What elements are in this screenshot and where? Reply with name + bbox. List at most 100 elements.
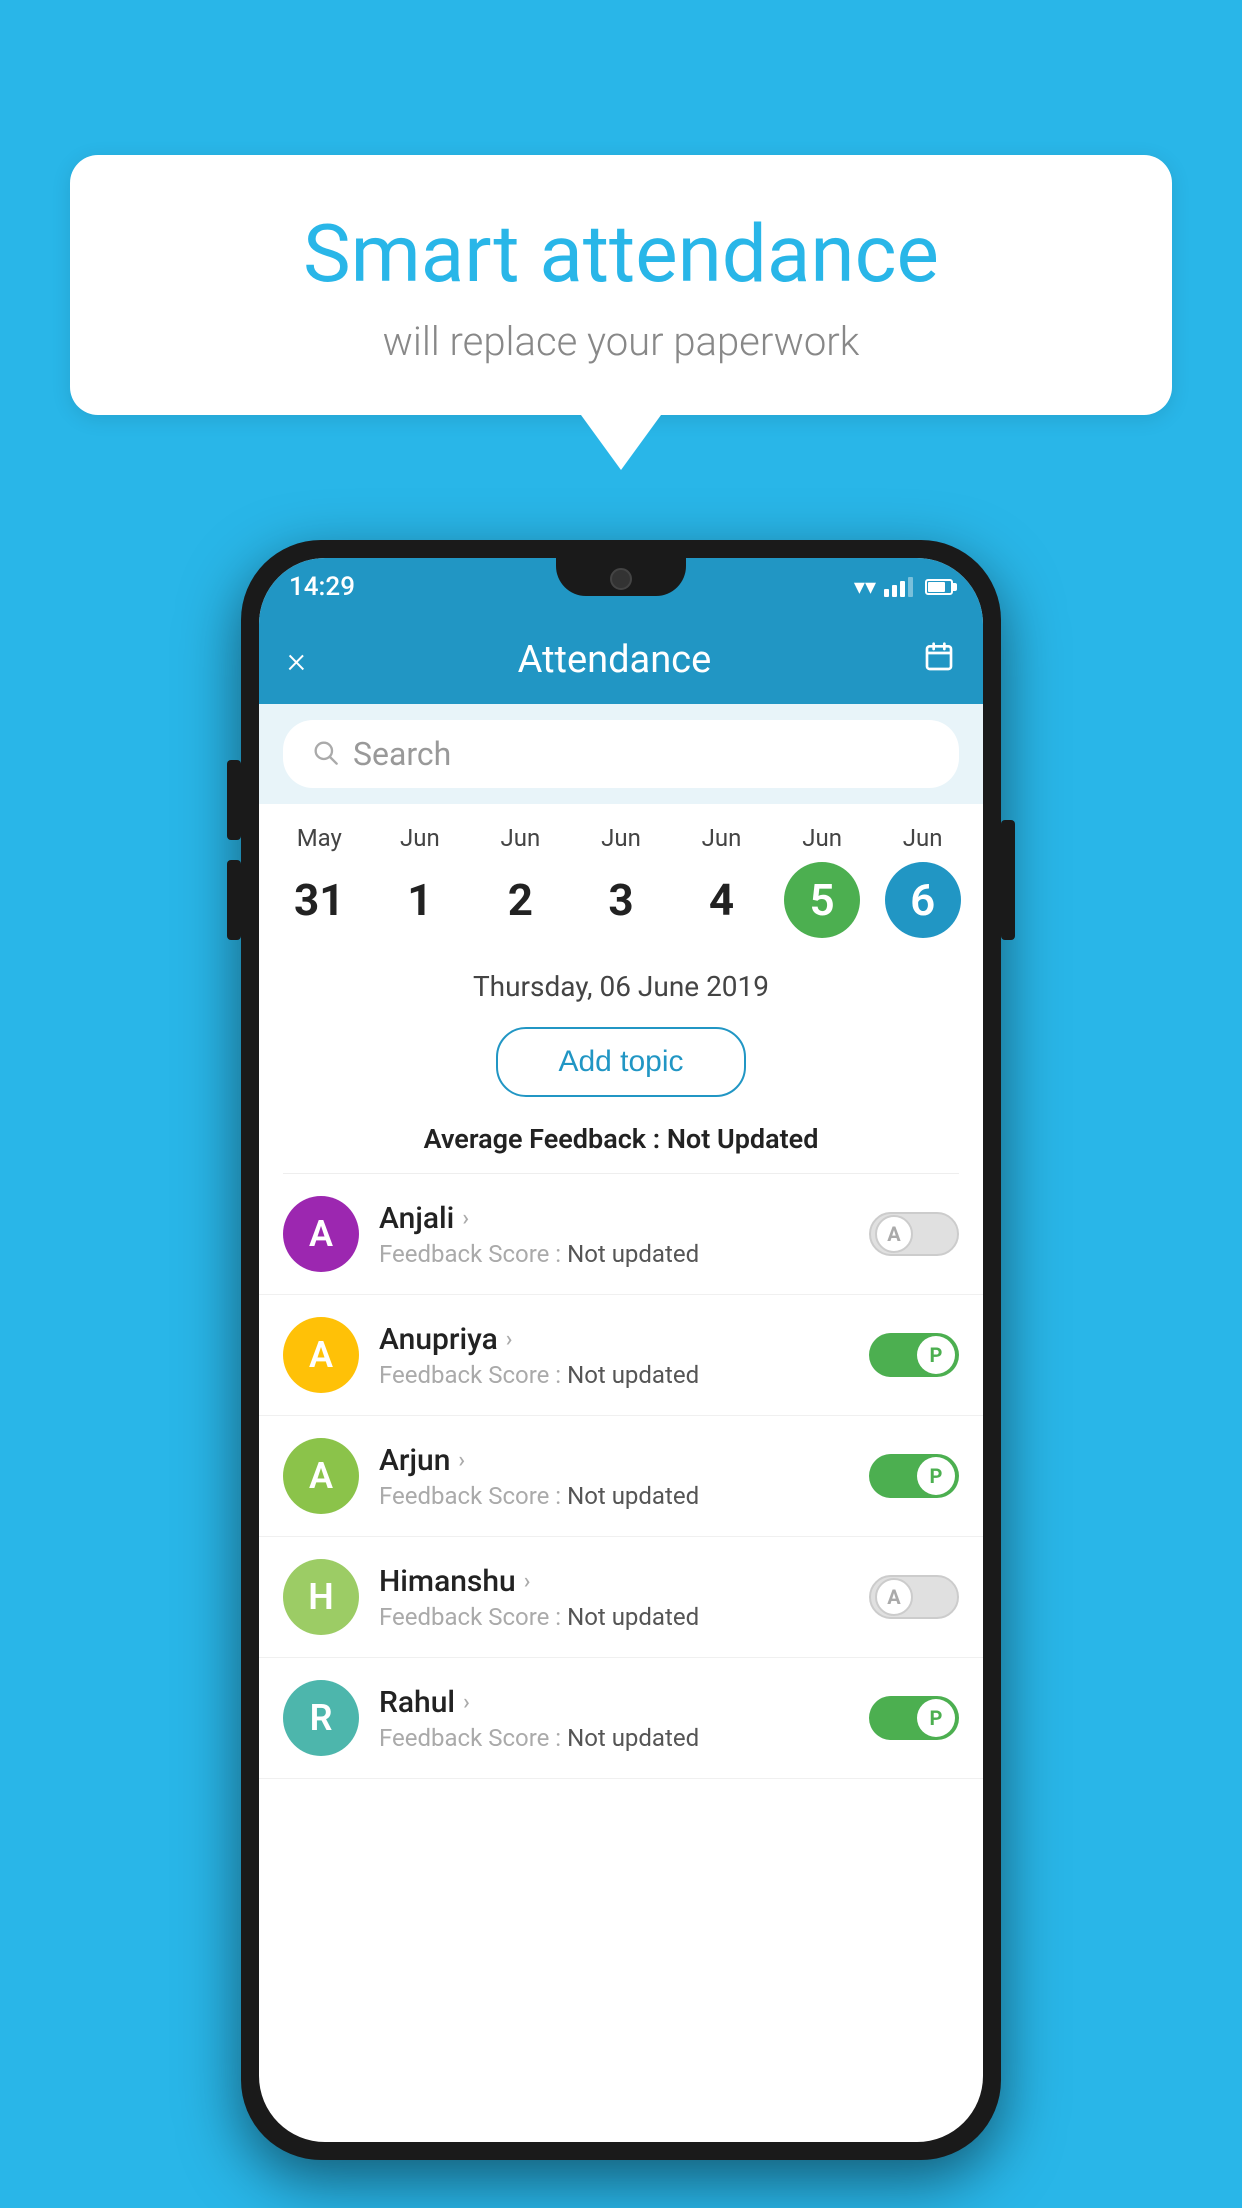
chevron-icon-3: › xyxy=(524,1569,531,1594)
student-name-2[interactable]: Arjun › xyxy=(379,1443,849,1478)
student-list: AAnjali ›Feedback Score : Not updatedAAA… xyxy=(259,1174,983,1779)
add-topic-section: Add topic xyxy=(259,1013,983,1115)
speech-bubble-arrow xyxy=(581,415,661,470)
student-item-2: A Arjun › Feedback Score : Not updated P xyxy=(259,1416,983,1537)
chevron-icon-0: › xyxy=(462,1206,469,1231)
search-icon xyxy=(311,738,339,770)
cal-date-0: 31 xyxy=(281,862,357,938)
student-item-3: H Himanshu › Feedback Score : Not updated A xyxy=(259,1537,983,1658)
student-avatar-0: A xyxy=(283,1196,359,1272)
phone-camera xyxy=(610,568,632,590)
toggle-wrap-2: P xyxy=(869,1454,959,1498)
attendance-toggle-1[interactable]: P xyxy=(869,1333,959,1377)
student-name-4[interactable]: Rahul › xyxy=(379,1685,849,1720)
student-item-1: A Anupriya › Feedback Score : Not updated P xyxy=(259,1295,983,1416)
chevron-icon-1: › xyxy=(506,1327,513,1352)
student-name-1[interactable]: Anupriya › xyxy=(379,1322,849,1357)
search-section: Search xyxy=(259,704,983,804)
cal-month-1: Jun xyxy=(400,824,440,852)
attendance-toggle-4[interactable]: P xyxy=(869,1696,959,1740)
battery-icon xyxy=(925,579,953,595)
student-feedback-0: Feedback Score : Not updated xyxy=(379,1240,849,1268)
status-time: 14:29 xyxy=(289,572,355,602)
calendar-day-2[interactable]: Jun 2 xyxy=(475,824,565,938)
phone-screen: 14:29 ▾▾ xyxy=(259,558,983,2142)
student-avatar-1: A xyxy=(283,1317,359,1393)
cal-date-1: 1 xyxy=(382,862,458,938)
speech-bubble: Smart attendance will replace your paper… xyxy=(70,155,1172,415)
cal-month-2: Jun xyxy=(501,824,541,852)
calendar-day-4[interactable]: Jun 4 xyxy=(677,824,767,938)
calendar-day-5[interactable]: Jun 5 xyxy=(777,824,867,938)
volume-down-button xyxy=(227,860,241,940)
cal-date-3: 3 xyxy=(583,862,659,938)
signal-icon xyxy=(884,577,913,597)
cal-month-5: Jun xyxy=(802,824,842,852)
speech-bubble-section: Smart attendance will replace your paper… xyxy=(70,155,1172,470)
phone-outer: 14:29 ▾▾ xyxy=(241,540,1001,2160)
student-feedback-1: Feedback Score : Not updated xyxy=(379,1361,849,1389)
student-item-0: A Anjali › Feedback Score : Not updated A xyxy=(259,1174,983,1295)
attendance-toggle-0[interactable]: A xyxy=(869,1212,959,1256)
student-avatar-4: R xyxy=(283,1680,359,1756)
toggle-wrap-0: A xyxy=(869,1212,959,1256)
student-feedback-3: Feedback Score : Not updated xyxy=(379,1603,849,1631)
cal-month-0: May xyxy=(297,824,342,852)
toggle-wrap-4: P xyxy=(869,1696,959,1740)
attendance-toggle-2[interactable]: P xyxy=(869,1454,959,1498)
status-icons: ▾▾ xyxy=(854,575,953,600)
calendar-day-1[interactable]: Jun 1 xyxy=(375,824,465,938)
phone-mockup: 14:29 ▾▾ xyxy=(241,540,1001,2160)
power-button xyxy=(1001,820,1015,940)
student-name-3[interactable]: Himanshu › xyxy=(379,1564,849,1599)
wifi-icon: ▾▾ xyxy=(854,575,876,600)
student-info-4: Rahul › Feedback Score : Not updated xyxy=(379,1685,849,1752)
calendar-icon[interactable] xyxy=(923,641,955,680)
avg-feedback-label: Average Feedback : xyxy=(424,1123,667,1155)
selected-date: Thursday, 06 June 2019 xyxy=(259,970,983,1003)
cal-month-3: Jun xyxy=(601,824,641,852)
calendar-strip: May 31 Jun 1 Jun 2 Jun 3 Jun 4 Jun 5 Jun 6 xyxy=(259,804,983,954)
toggle-wrap-1: P xyxy=(869,1333,959,1377)
cal-month-6: Jun xyxy=(903,824,943,852)
selected-date-section: Thursday, 06 June 2019 xyxy=(259,954,983,1013)
student-info-1: Anupriya › Feedback Score : Not updated xyxy=(379,1322,849,1389)
chevron-icon-2: › xyxy=(458,1448,465,1473)
student-feedback-2: Feedback Score : Not updated xyxy=(379,1482,849,1510)
search-bar[interactable]: Search xyxy=(283,720,959,788)
toggle-knob-1: P xyxy=(917,1336,955,1374)
toggle-knob-0: A xyxy=(875,1215,913,1253)
cal-date-6: 6 xyxy=(885,862,961,938)
add-topic-button[interactable]: Add topic xyxy=(496,1027,745,1097)
student-avatar-3: H xyxy=(283,1559,359,1635)
app-title: Attendance xyxy=(306,638,923,682)
cal-month-4: Jun xyxy=(702,824,742,852)
toggle-knob-4: P xyxy=(917,1699,955,1737)
phone-notch xyxy=(556,558,686,596)
calendar-day-6[interactable]: Jun 6 xyxy=(878,824,968,938)
calendar-day-0[interactable]: May 31 xyxy=(274,824,364,938)
student-info-0: Anjali › Feedback Score : Not updated xyxy=(379,1201,849,1268)
student-item-4: R Rahul › Feedback Score : Not updated P xyxy=(259,1658,983,1779)
cal-date-5: 5 xyxy=(784,862,860,938)
average-feedback: Average Feedback : Not Updated xyxy=(259,1115,983,1173)
toggle-wrap-3: A xyxy=(869,1575,959,1619)
student-name-0[interactable]: Anjali › xyxy=(379,1201,849,1236)
search-placeholder: Search xyxy=(353,735,451,773)
speech-bubble-title: Smart attendance xyxy=(130,210,1112,298)
volume-up-button xyxy=(227,760,241,840)
close-button[interactable]: × xyxy=(287,639,306,681)
cal-date-4: 4 xyxy=(684,862,760,938)
student-avatar-2: A xyxy=(283,1438,359,1514)
chevron-icon-4: › xyxy=(463,1690,470,1715)
cal-date-2: 2 xyxy=(482,862,558,938)
toggle-knob-2: P xyxy=(917,1457,955,1495)
calendar-day-3[interactable]: Jun 3 xyxy=(576,824,666,938)
student-info-3: Himanshu › Feedback Score : Not updated xyxy=(379,1564,849,1631)
student-feedback-4: Feedback Score : Not updated xyxy=(379,1724,849,1752)
app-header: × Attendance xyxy=(259,616,983,704)
toggle-knob-3: A xyxy=(875,1578,913,1616)
avg-feedback-value: Not Updated xyxy=(667,1123,819,1155)
speech-bubble-subtitle: will replace your paperwork xyxy=(130,318,1112,365)
attendance-toggle-3[interactable]: A xyxy=(869,1575,959,1619)
